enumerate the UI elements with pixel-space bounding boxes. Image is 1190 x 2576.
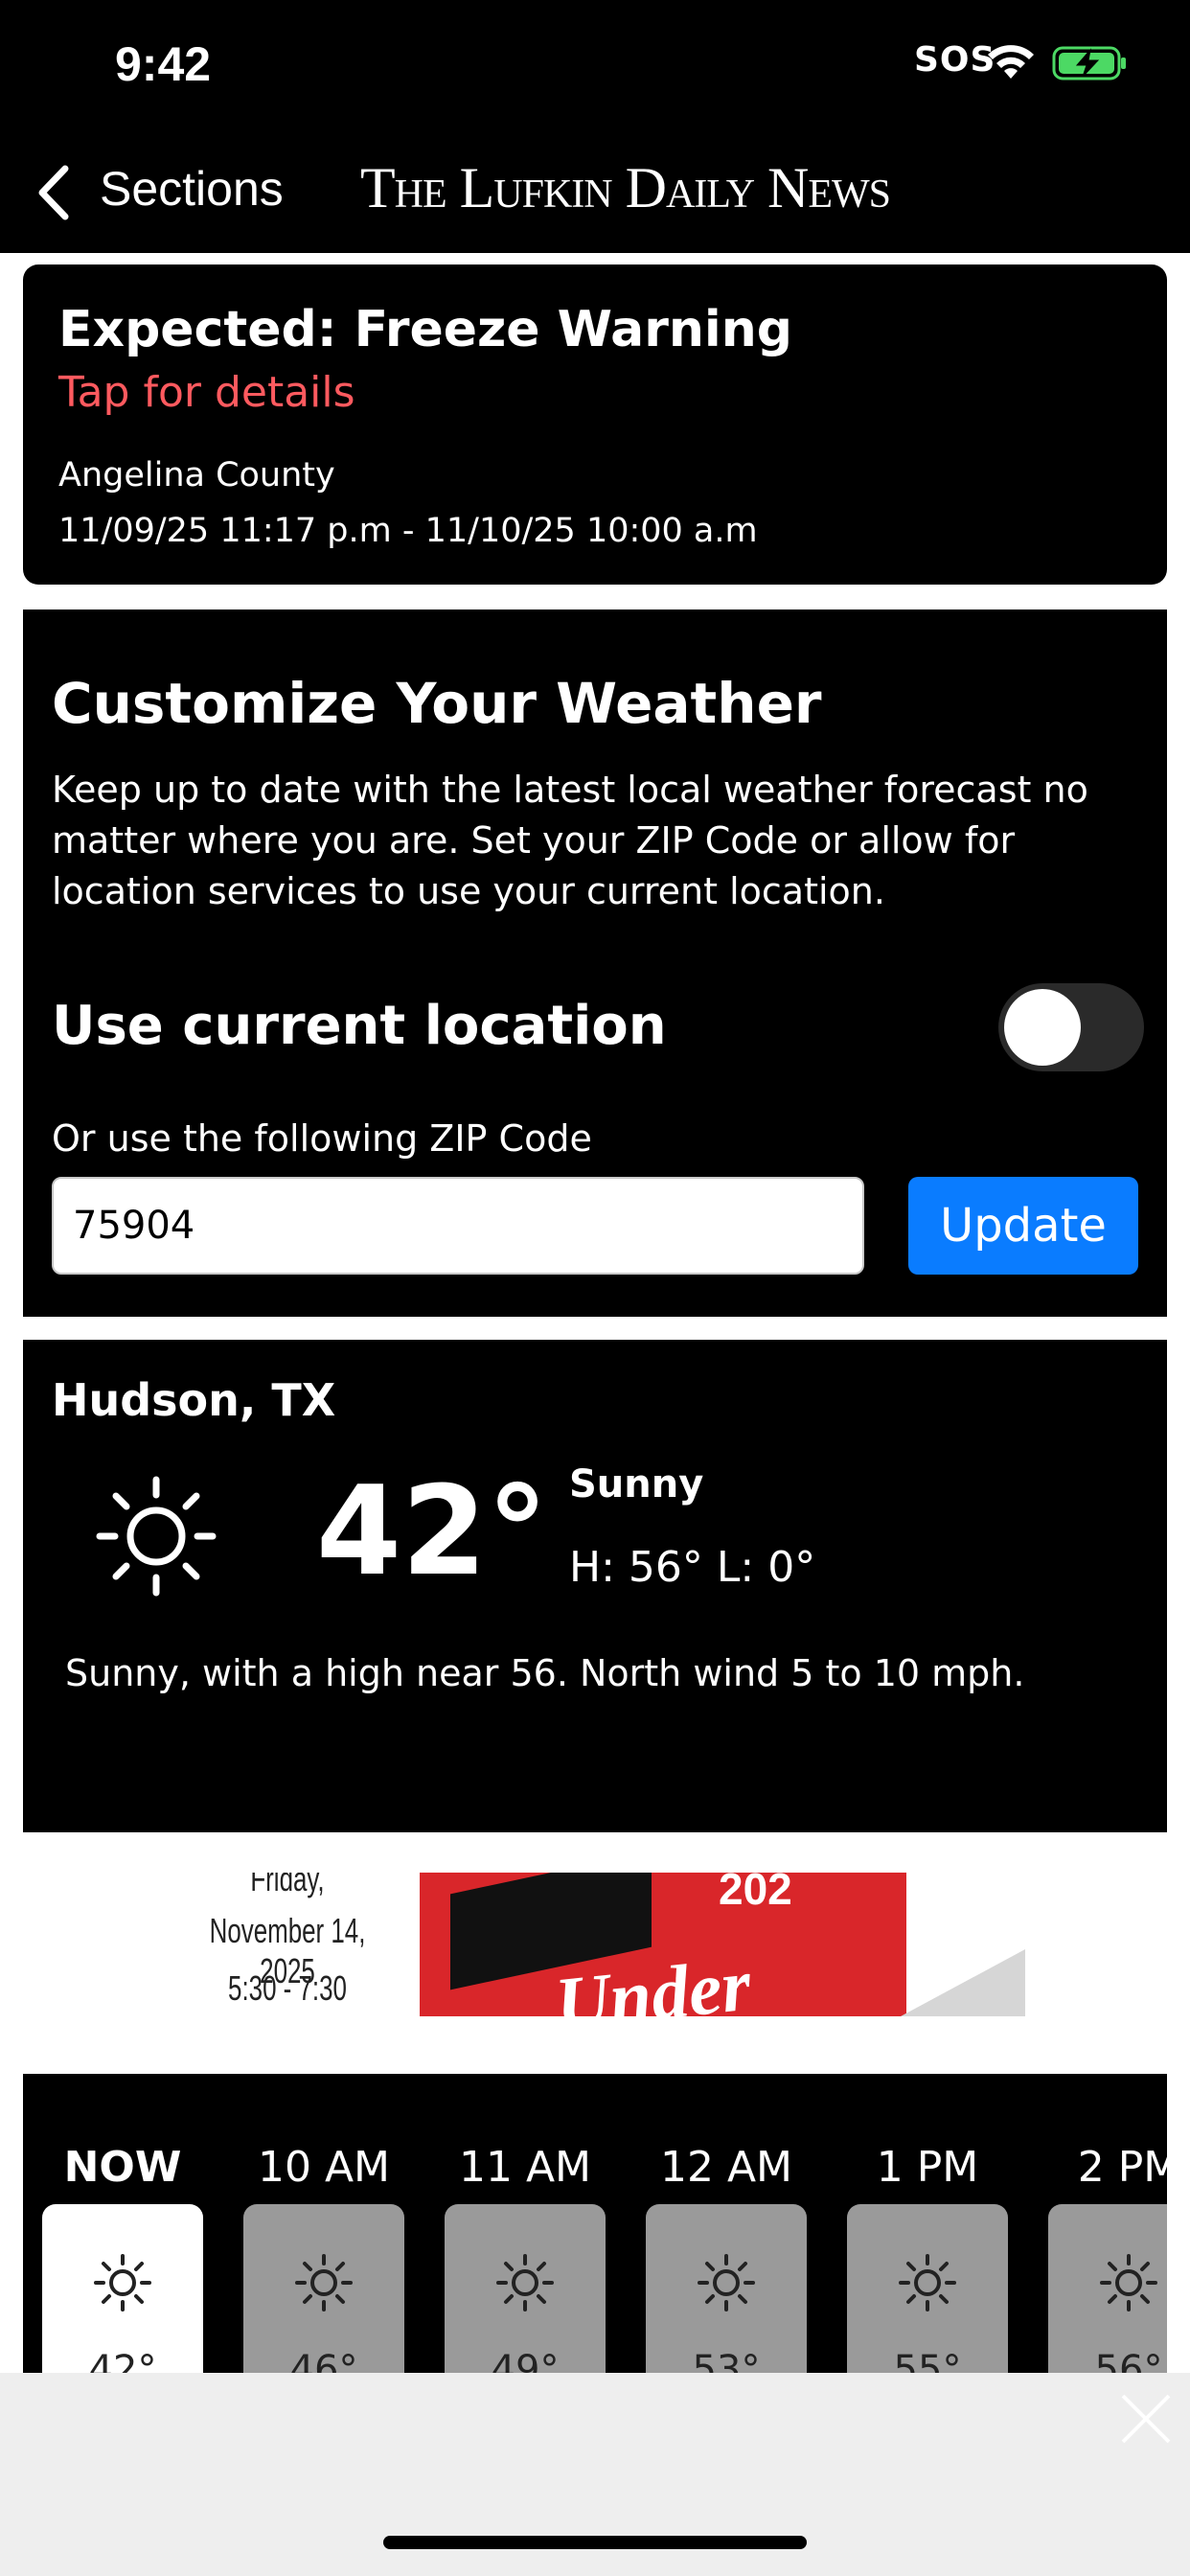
hour-card: 42° (42, 2204, 203, 2377)
hour-card: 49° (445, 2204, 606, 2377)
status-bar: 9:42 SOS (0, 0, 1190, 134)
alert-title: Expected: Freeze Warning (58, 301, 792, 358)
hour-card: 56° (1048, 2204, 1167, 2377)
update-button[interactable]: Update (908, 1177, 1138, 1275)
hour-label: 12 AM (659, 2143, 793, 2192)
wifi-icon (988, 45, 1034, 79)
city-name: Hudson, TX (52, 1374, 336, 1426)
newspaper-logo: The Lufkin Daily News (360, 156, 891, 219)
ad-day: Friday, (250, 1873, 325, 1898)
freeze-warning-card[interactable]: Expected: Freeze Warning Tap for details… (23, 264, 1167, 585)
forecast-summary: Sunny, with a high near 56. North wind 5… (65, 1652, 1025, 1694)
sun-icon (94, 2254, 151, 2312)
sun-icon (899, 2254, 956, 2312)
hour-label: 1 PM (876, 2143, 979, 2192)
alert-time-range: 11/09/25 11:17 p.m - 11/10/25 10:00 a.m (58, 512, 758, 550)
close-icon[interactable] (1119, 2392, 1173, 2446)
zip-input[interactable]: 75904 (52, 1177, 864, 1275)
hour-card: 53° (646, 2204, 807, 2377)
toggle-knob (1004, 989, 1081, 1066)
sun-icon (96, 1476, 217, 1597)
alert-county: Angelina County (58, 456, 335, 494)
weather-condition: Sunny (569, 1462, 704, 1506)
hour-label: NOW (63, 2143, 182, 2192)
ad-banner[interactable]: Friday, November 14, 2025 5:30 - 7:30 P.… (163, 1873, 1027, 2016)
ad-time: 5:30 - 7:30 P.M. (228, 1968, 347, 2016)
customize-description: Keep up to date with the latest local we… (52, 769, 1088, 912)
chevron-left-icon[interactable] (34, 163, 73, 222)
sun-icon (295, 2254, 353, 2312)
sun-icon (496, 2254, 554, 2312)
hour-label: 11 AM (458, 2143, 592, 2192)
hour-label: 2 PM (1077, 2143, 1167, 2192)
nav-bar: Sections The Lufkin Daily News (0, 134, 1190, 253)
hour-label: 10 AM (257, 2143, 391, 2192)
use-location-toggle[interactable] (998, 983, 1144, 1071)
home-indicator[interactable] (383, 2536, 807, 2549)
back-button-sections[interactable]: Sections (100, 161, 284, 217)
hour-card: 46° (243, 2204, 404, 2377)
status-time: 9:42 (115, 37, 212, 91)
ad-gray-triangle (901, 1949, 1025, 2016)
current-temperature: 42° (316, 1460, 549, 1603)
zip-label: Or use the following ZIP Code (52, 1117, 592, 1160)
current-weather-card: Hudson, TX 42° Sunny H: 56° L: 0° Sunny,… (23, 1340, 1167, 1832)
sun-icon (698, 2254, 755, 2312)
customize-title: Customize Your Weather (52, 671, 822, 736)
battery-charging-icon (1052, 46, 1126, 80)
sos-indicator: SOS (914, 40, 996, 80)
tap-for-details-link[interactable]: Tap for details (58, 368, 355, 417)
ad-year: 202 (719, 1873, 792, 1914)
use-location-label: Use current location (52, 995, 667, 1057)
sun-icon (1100, 2254, 1157, 2312)
customize-weather-card: Customize Your Weather Keep up to date w… (23, 610, 1167, 1317)
hour-card: 55° (847, 2204, 1008, 2377)
hourly-forecast[interactable]: NOW 42° 10 AM 46° 11 AM 49° 12 AM 53° 1 … (23, 2070, 1167, 2377)
high-low: H: 56° L: 0° (569, 1543, 816, 1592)
